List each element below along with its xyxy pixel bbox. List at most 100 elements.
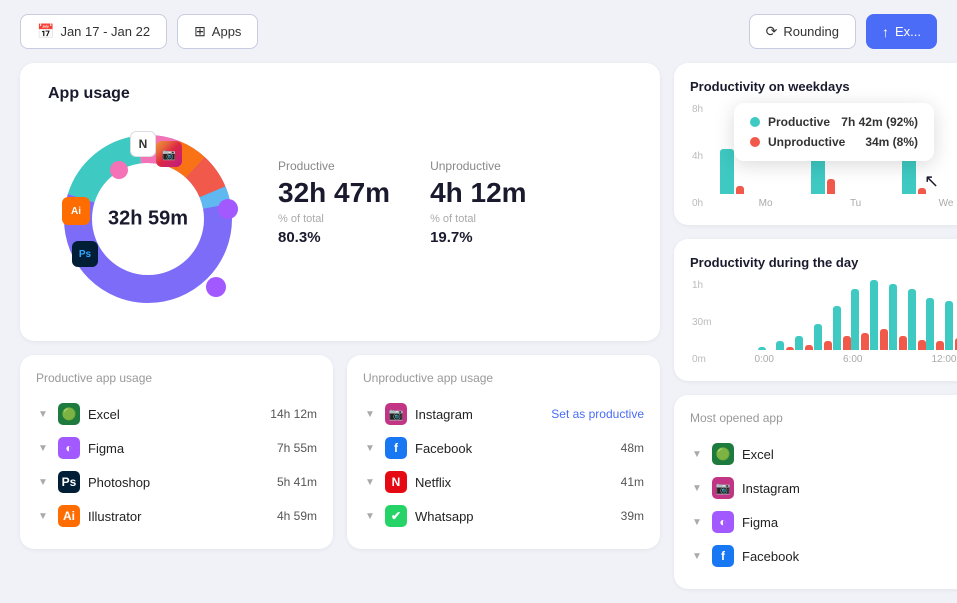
day-productive-bar (814, 324, 822, 350)
productive-app-row: ▼ 🟢 Excel 14h 12m (36, 397, 317, 431)
apps-label: Apps (212, 24, 242, 39)
app-icon-sm: 🟢 (712, 443, 734, 465)
day-bar-chart (720, 280, 957, 350)
productive-apps-title: Productive app usage (36, 371, 317, 385)
weekdays-chart-title: Productivity on weekdays (690, 79, 957, 94)
day-bar-group (814, 324, 831, 350)
tooltip-productive-label: Productive (768, 115, 833, 129)
day-productive-bar (945, 301, 953, 350)
day-bar-group (908, 289, 925, 350)
app-name: Facebook (742, 549, 957, 564)
productive-apps-rows: ▼ 🟢 Excel 14h 12m ▼ ◐ Figma 7h 55m ▼ Ps … (36, 397, 317, 533)
app-name: Netflix (415, 475, 613, 490)
donut-chart: N 📷 Ps Ai 32h 59m (48, 119, 248, 319)
export-button[interactable]: ↑ Ex... (866, 14, 937, 49)
app-icon-sm: 📷 (385, 403, 407, 425)
tooltip-unproductive-row: Unproductive 34m (8%) (750, 135, 918, 149)
unproductive-app-row: ▼ f Facebook 48m (363, 431, 644, 465)
apps-icon: ⊞ (194, 23, 206, 40)
export-label: Ex... (895, 24, 921, 39)
main-content: App usage (0, 63, 957, 603)
chevron-icon: ▼ (36, 475, 50, 489)
rounding-icon: ⟳ (766, 23, 778, 40)
day-bar-group (889, 284, 906, 351)
tooltip-unproductive-label: Unproductive (768, 135, 857, 149)
app-icon-sm: Ps (58, 471, 80, 493)
day-chart-card: Productivity during the day 1h 30m 0m 0:… (674, 239, 957, 381)
export-icon: ↑ (882, 24, 889, 40)
tooltip-productive-row: Productive 7h 42m (92%) (750, 115, 918, 129)
weekdays-chart-card: Productivity on weekdays 8h 4h 0h MoTuWe… (674, 63, 957, 225)
weekdays-x-axis: MoTuWeThFr (720, 198, 957, 209)
day-unproductive-bar (880, 329, 888, 350)
chevron-icon: ▼ (690, 447, 704, 461)
app-name: Figma (742, 515, 957, 530)
day-bar-group (926, 298, 943, 351)
day-bar-group (739, 348, 756, 350)
app-time: 41m (621, 475, 644, 489)
app-name: Instagram (742, 481, 957, 496)
donut-total-time: 32h 59m (108, 208, 188, 231)
day-y-axis: 1h 30m 0m (692, 280, 711, 365)
chevron-icon: ▼ (36, 407, 50, 421)
unproductive-apps-rows: ▼ 📷 Instagram Set as productive ▼ f Face… (363, 397, 644, 533)
rounding-button[interactable]: ⟳ Rounding (749, 14, 856, 49)
app-usage-card: App usage (20, 63, 660, 341)
chevron-icon: ▼ (690, 481, 704, 495)
app-icon-sm: ◐ (712, 511, 734, 533)
app-name: Whatsapp (415, 509, 613, 524)
most-opened-app-row: ▼ 🟢 Excel (690, 437, 957, 471)
app-time: 5h 41m (277, 475, 317, 489)
day-bar-group (870, 280, 887, 350)
chevron-icon: ▼ (690, 549, 704, 563)
app-time: 48m (621, 441, 644, 455)
unproductive-app-list: Unproductive app usage ▼ 📷 Instagram Set… (347, 355, 660, 549)
productive-app-list: Productive app usage ▼ 🟢 Excel 14h 12m ▼… (20, 355, 333, 549)
calendar-icon: 📅 (37, 23, 54, 40)
day-x-axis: 0:00 6:00 12:00 18:00 24: (720, 354, 957, 365)
apps-button[interactable]: ⊞ Apps (177, 14, 258, 49)
top-bar-right: ⟳ Rounding ↑ Ex... (749, 14, 937, 49)
app-icon-sm: f (385, 437, 407, 459)
productive-label: Productive (278, 159, 390, 173)
productive-app-row: ▼ Ps Photoshop 5h 41m (36, 465, 317, 499)
app-time: 14h 12m (270, 407, 317, 421)
day-bar-group (945, 301, 957, 350)
most-opened-app-row: ▼ f Facebook (690, 539, 957, 573)
date-range-label: Jan 17 - Jan 22 (60, 24, 150, 39)
set-productive-link[interactable]: Set as productive (551, 407, 644, 421)
rounding-label: Rounding (783, 24, 839, 39)
productive-app-row: ▼ Ai Illustrator 4h 59m (36, 499, 317, 533)
app-time: 4h 59m (277, 509, 317, 523)
day-bar-group (851, 289, 868, 350)
day-chart-wrapper: 1h 30m 0m 0:00 6:00 12:00 18:00 24: (720, 280, 957, 365)
chevron-icon: ▼ (363, 509, 377, 523)
unproductive-app-row: ▼ 📷 Instagram Set as productive (363, 397, 644, 431)
date-range-button[interactable]: 📅 Jan 17 - Jan 22 (20, 14, 167, 49)
weekdays-y-axis: 8h 4h 0h (692, 104, 703, 209)
right-panel: Productivity on weekdays 8h 4h 0h MoTuWe… (674, 63, 957, 589)
unproductive-app-row: ▼ ✔ Whatsapp 39m (363, 499, 644, 533)
app-name: Excel (88, 407, 262, 422)
day-unproductive-bar (824, 341, 832, 350)
most-opened-title: Most opened app (690, 411, 957, 425)
day-productive-bar (908, 289, 916, 350)
app-icon-sm: 📷 (712, 477, 734, 499)
day-productive-bar (795, 336, 803, 350)
left-panel: App usage (20, 63, 660, 589)
app-icon-sm: N (385, 471, 407, 493)
tooltip-unproductive-value: 34m (8%) (865, 135, 918, 149)
most-opened-card: Most opened app ▼ 🟢 Excel ▼ 📷 Instagram … (674, 395, 957, 589)
productive-pct: 80.3% (278, 229, 390, 246)
chevron-icon: ▼ (36, 441, 50, 455)
app-name: Excel (742, 447, 957, 462)
unproductive-bar (827, 179, 835, 194)
top-bar: 📅 Jan 17 - Jan 22 ⊞ Apps ⟳ Rounding ↑ Ex… (0, 0, 957, 63)
day-unproductive-bar (936, 341, 944, 350)
app-name: Illustrator (88, 509, 269, 524)
day-productive-bar (870, 280, 878, 350)
day-chart-title: Productivity during the day (690, 255, 957, 270)
unproductive-pct: 19.7% (430, 229, 527, 246)
most-opened-app-row: ▼ ◐ Figma (690, 505, 957, 539)
app-name: Instagram (415, 407, 543, 422)
